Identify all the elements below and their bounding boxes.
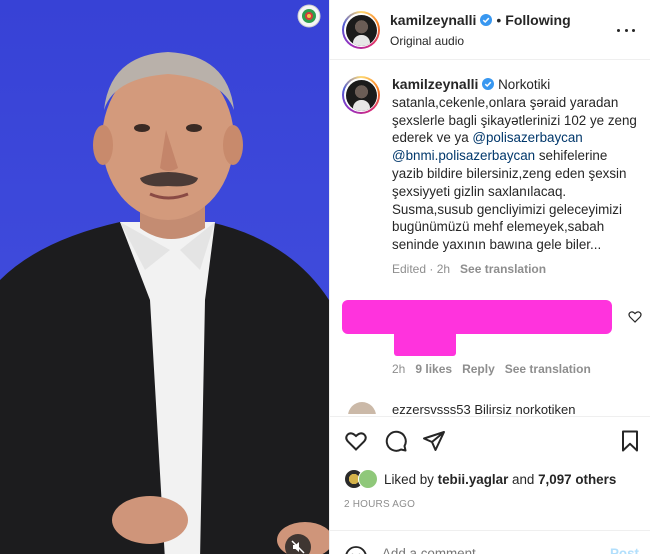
speaker-muted-icon <box>291 540 305 554</box>
audio-link[interactable]: Original audio <box>390 34 464 48</box>
share-send-icon[interactable] <box>422 429 446 453</box>
see-translation-button[interactable]: See translation <box>460 262 546 276</box>
caption-author-avatar[interactable] <box>342 76 380 114</box>
video-frame-person <box>0 52 329 554</box>
following-button[interactable]: Following <box>505 12 570 28</box>
mention-link[interactable]: @bnmi.polisazerbaycan <box>392 148 535 163</box>
author-username[interactable]: kamilzeynalli <box>390 12 476 28</box>
dot-icon <box>624 28 628 32</box>
like-heart-icon[interactable] <box>344 429 368 453</box>
caption-body: kamilzeynalli Norkotiki satanla,cekenle,… <box>392 76 642 279</box>
header-name-row: kamilzeynalli • Following <box>390 12 571 30</box>
post-side-panel: kamilzeynalli • Following Original audio k… <box>329 0 650 554</box>
mute-button[interactable] <box>285 534 311 554</box>
post-media-video[interactable] <box>0 0 329 554</box>
avatar-frame <box>344 13 378 47</box>
comment-like-heart-icon[interactable] <box>628 310 642 324</box>
dot-icon <box>617 28 620 32</box>
caption-text-part-2: sehifelerine yazib bildire bilersiniz,ze… <box>392 148 627 253</box>
avatar-image <box>345 79 377 111</box>
save-bookmark-icon[interactable] <box>618 429 642 453</box>
redacted-comment-tail <box>394 330 456 356</box>
author-avatar[interactable] <box>342 11 380 49</box>
emblem-icon <box>297 4 321 28</box>
emoji-icon[interactable] <box>344 545 368 554</box>
avatar-image <box>345 14 377 46</box>
liker-username[interactable]: tebii.yaglar <box>438 472 509 487</box>
liked-by-prefix: Liked by <box>384 471 438 487</box>
comment-time: 2h <box>392 362 406 376</box>
comment-meta: 2h 9 likes Reply See translation <box>392 362 601 376</box>
post-header: kamilzeynalli • Following Original audio <box>330 0 650 60</box>
see-translation-label: See translation <box>504 362 591 376</box>
mention-link[interactable]: @polisazerbaycan <box>472 130 582 145</box>
likes-text: Liked by tebii.yaglar and 7,097 others <box>384 472 616 487</box>
caption-username[interactable]: kamilzeynalli <box>392 76 478 92</box>
others-likes-button[interactable]: 7,097 others <box>538 472 616 487</box>
avatar-frame <box>344 78 378 112</box>
post-timestamp[interactable]: 2 HOURS AGO <box>344 499 415 510</box>
separator-dot: • <box>496 12 502 28</box>
add-comment-input[interactable] <box>382 546 582 554</box>
comment-bubble-icon[interactable] <box>384 429 408 453</box>
comment-reply-button[interactable]: Reply <box>462 362 495 376</box>
likes-and: and <box>508 471 539 487</box>
post-comment-button[interactable]: Post <box>610 546 639 554</box>
comment-see-translation-button[interactable]: See translation <box>505 362 591 376</box>
liker-avatar[interactable] <box>358 469 378 489</box>
next-comment-text: ezzersvsss53 Bilirsiz norkotiken <box>392 402 576 414</box>
add-comment-bar: Post <box>330 530 650 554</box>
next-comment-clipped: ezzersvsss53 Bilirsiz norkotiken <box>342 400 642 414</box>
reply-label: Reply <box>462 362 495 376</box>
verified-badge-icon <box>482 78 495 90</box>
verified-badge-icon <box>480 14 493 26</box>
redacted-comment-bar <box>342 300 612 334</box>
comment-likes-count: 9 likes <box>415 362 453 376</box>
comment-likes-button[interactable]: 9 likes <box>415 362 452 376</box>
post-action-bar <box>330 416 650 466</box>
commenter-avatar[interactable] <box>348 402 376 414</box>
caption-meta: Edited · 2h See translation <box>392 261 642 279</box>
more-options-button[interactable] <box>617 22 635 38</box>
caption-edited-time: Edited · 2h <box>392 261 451 276</box>
dot-icon <box>632 28 635 32</box>
likes-summary: Liked by tebii.yaglar and 7,097 others <box>344 468 616 490</box>
